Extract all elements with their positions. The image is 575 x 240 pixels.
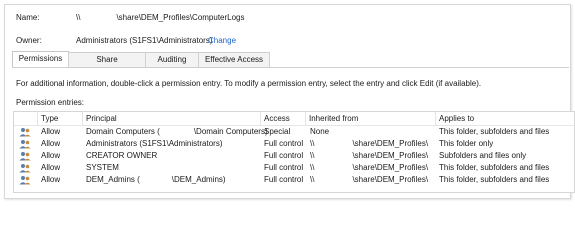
tab-divider xyxy=(12,67,569,68)
row-access: Full control xyxy=(264,151,304,160)
user-group-icon xyxy=(19,128,31,137)
row-applies-to: This folder only xyxy=(439,139,494,148)
row-access: Special xyxy=(264,127,291,136)
table-row[interactable]: Allow Domain Computers (\Domain Computer… xyxy=(14,126,574,138)
row-inherited-from: None xyxy=(310,127,330,136)
owner-label: Owner: xyxy=(16,36,42,45)
user-group-icon xyxy=(19,164,31,173)
table-row[interactable]: Allow SYSTEM Full control \\ \share\DEM_P… xyxy=(14,162,574,174)
column-icon xyxy=(14,112,38,125)
tab-auditing[interactable]: Auditing xyxy=(145,52,199,67)
tab-permissions[interactable]: Permissions xyxy=(12,51,69,67)
table-row[interactable]: Allow CREATOR OWNER Full control \\ \shar… xyxy=(14,150,574,162)
name-value: \\ \share\DEM_Profiles\ComputerLogs xyxy=(76,13,245,22)
tab-effective-access[interactable]: Effective Access xyxy=(198,52,270,67)
table-row[interactable]: Allow DEM_Admins (\DEM_Admins) Full cont… xyxy=(14,174,574,186)
row-type: Allow xyxy=(41,151,61,160)
user-group-icon xyxy=(19,176,31,185)
row-principal: Domain Computers (\Domain Computers) xyxy=(86,127,268,136)
row-inherited-from: \\ \share\DEM_Profiles\ xyxy=(310,139,429,148)
owner-value: Administrators (S1FS1\Administrators) xyxy=(76,36,213,45)
row-applies-to: This folder, subfolders and files xyxy=(439,163,550,172)
permission-entries-table[interactable]: Type Principal Access Inherited from App… xyxy=(13,111,575,193)
row-applies-to: This folder, subfolders and files xyxy=(439,175,550,184)
row-access: Full control xyxy=(264,139,304,148)
row-inherited-from: \\ \share\DEM_Profiles\ xyxy=(310,151,429,160)
row-principal: CREATOR OWNER xyxy=(86,151,158,160)
row-access: Full control xyxy=(264,163,304,172)
user-group-icon xyxy=(19,140,31,149)
permission-entries-label: Permission entries: xyxy=(16,98,85,107)
row-type: Allow xyxy=(41,163,61,172)
column-access[interactable]: Access xyxy=(261,112,306,125)
column-type[interactable]: Type xyxy=(38,112,83,125)
row-principal: Administrators (S1FS1\Administrators) xyxy=(86,139,223,148)
column-applies-to[interactable]: Applies to xyxy=(436,112,574,125)
info-text: For additional information, double-click… xyxy=(16,79,482,88)
change-owner-link[interactable]: Change xyxy=(208,36,236,45)
user-group-icon xyxy=(19,152,31,161)
column-principal[interactable]: Principal xyxy=(83,112,261,125)
table-row[interactable]: Allow Administrators (S1FS1\Administrato… xyxy=(14,138,574,150)
row-access: Full control xyxy=(264,175,304,184)
row-type: Allow xyxy=(41,175,61,184)
row-inherited-from: \\ \share\DEM_Profiles\ xyxy=(310,163,429,172)
table-header: Type Principal Access Inherited from App… xyxy=(14,112,574,126)
row-applies-to: Subfolders and files only xyxy=(439,151,527,160)
name-label: Name: xyxy=(16,13,40,22)
row-inherited-from: \\ \share\DEM_Profiles\ xyxy=(310,175,429,184)
column-inherited-from[interactable]: Inherited from xyxy=(306,112,436,125)
row-type: Allow xyxy=(41,139,61,148)
row-type: Allow xyxy=(41,127,61,136)
tab-share[interactable]: Share xyxy=(68,52,146,67)
row-applies-to: This folder, subfolders and files xyxy=(439,127,550,136)
row-principal: SYSTEM xyxy=(86,163,119,172)
row-principal: DEM_Admins (\DEM_Admins) xyxy=(86,175,226,184)
